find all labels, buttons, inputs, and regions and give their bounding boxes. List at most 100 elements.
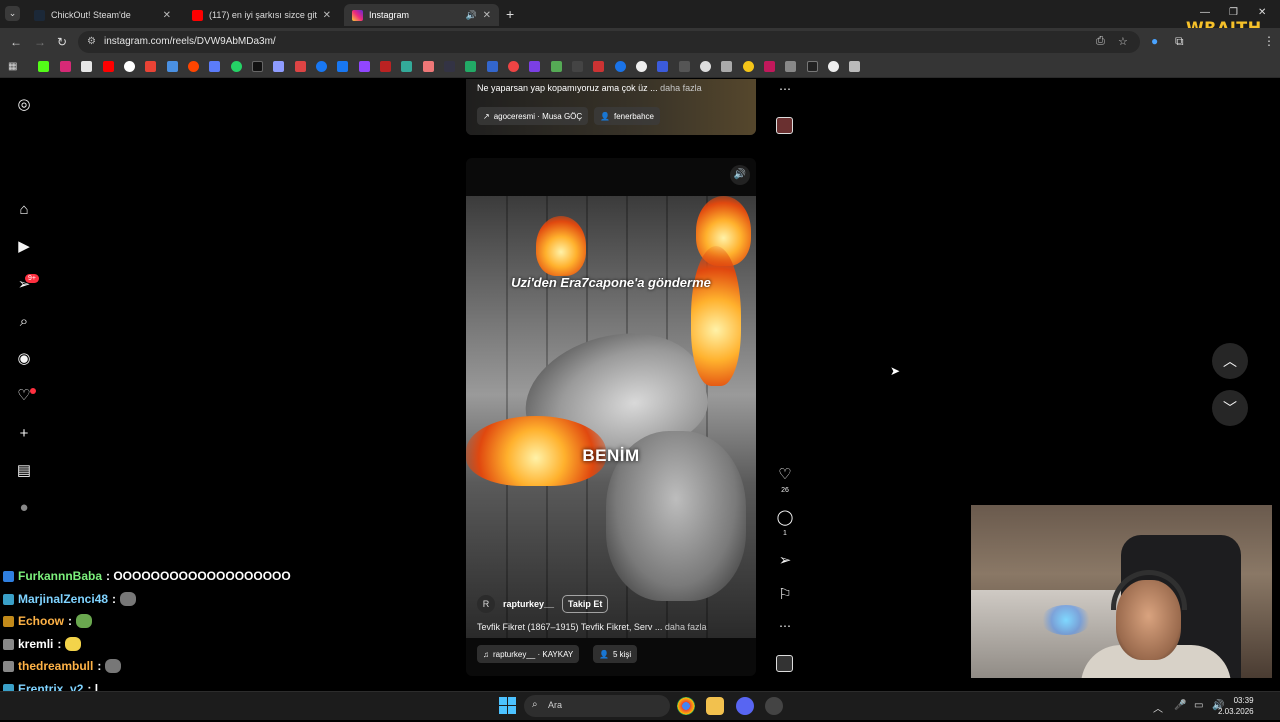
bookmark-icon[interactable]	[572, 61, 583, 72]
next-reel-button[interactable]: ﹀	[1212, 390, 1248, 426]
home-icon[interactable]: ⌂	[14, 200, 34, 220]
back-icon[interactable]: ←	[10, 35, 22, 49]
install-app-icon[interactable]: ⎙	[1096, 35, 1105, 48]
share-icon[interactable]: ➢	[774, 551, 796, 569]
previous-reel[interactable]: Ne yaparsan yap kopamıyoruz ama çok üz .…	[466, 79, 756, 135]
reels-icon[interactable]: ▶	[14, 237, 34, 257]
discord-icon[interactable]	[736, 697, 754, 715]
bookmark-icon[interactable]	[807, 61, 818, 72]
bookmark-facebook-icon[interactable]	[337, 61, 348, 72]
url-text[interactable]: instagram.com/reels/DVW9AbMDa3m/	[104, 36, 276, 47]
app-icon[interactable]	[765, 697, 783, 715]
bookmark-icon[interactable]	[828, 61, 839, 72]
bookmark-twitch-icon[interactable]	[359, 61, 370, 72]
tab-search-button[interactable]: ⌄	[5, 6, 20, 21]
display-icon[interactable]: ▭	[1194, 700, 1203, 711]
bookmark-whatsapp-icon[interactable]	[231, 61, 242, 72]
dashboard-icon[interactable]: ▤	[14, 461, 34, 481]
microphone-icon[interactable]: 🎤	[1174, 700, 1186, 711]
previous-reel-audio[interactable]: ↗ agoceresmi · Musa GÖÇ	[477, 107, 589, 125]
bookmark-icon[interactable]	[508, 61, 519, 72]
start-button[interactable]	[499, 697, 516, 714]
bookmark-icon[interactable]	[721, 61, 732, 72]
previous-reel-button[interactable]: ︿	[1212, 343, 1248, 379]
forward-icon[interactable]: →	[34, 35, 46, 49]
close-icon[interactable]: ✕	[483, 10, 491, 21]
current-reel[interactable]: Uzi'den Era7capone'a gönderme BENİM 🔊 R …	[466, 158, 756, 676]
author-avatar[interactable]: R	[477, 595, 495, 613]
reload-icon[interactable]: ↻	[57, 35, 67, 49]
tab-instagram[interactable]: Instagram 🔊 ✕	[344, 4, 499, 26]
bookmark-icon[interactable]	[167, 61, 178, 72]
tab-youtube[interactable]: (117) en iyi şarkısı sizce git mi ? ✕	[184, 4, 339, 26]
bookmark-star-icon[interactable]: ☆	[1118, 35, 1128, 48]
audio-thumbnail[interactable]	[776, 117, 793, 134]
close-icon[interactable]: ✕	[323, 10, 331, 21]
previous-reel-tag[interactable]: 👤 fenerbahce	[594, 107, 660, 125]
bookmark-kick-icon[interactable]	[38, 61, 49, 72]
bookmark-icon[interactable]	[380, 61, 391, 72]
bookmark-x-icon[interactable]	[81, 61, 92, 72]
extensions-puzzle-icon[interactable]: ⧉	[1175, 34, 1184, 49]
search-icon[interactable]: ⌕	[14, 312, 34, 332]
bookmark-icon[interactable]	[273, 61, 284, 72]
file-explorer-icon[interactable]	[706, 697, 724, 715]
bookmark-icon[interactable]	[295, 61, 306, 72]
close-icon[interactable]: ✕	[163, 10, 171, 21]
bookmark-icon[interactable]	[551, 61, 562, 72]
profile-avatar-icon[interactable]: ●	[14, 498, 34, 518]
taskbar-search[interactable]: ⌕ Ara	[524, 695, 670, 717]
bookmark-reddit-icon[interactable]	[188, 61, 199, 72]
chrome-icon[interactable]	[677, 697, 695, 715]
bookmark-icon[interactable]	[700, 61, 711, 72]
bookmark-icon[interactable]	[636, 61, 647, 72]
bookmark-icon[interactable]	[423, 61, 434, 72]
bookmark-icon[interactable]	[316, 61, 327, 72]
bookmark-icon[interactable]	[764, 61, 775, 72]
bookmark-icon[interactable]	[743, 61, 754, 72]
apps-grid-icon[interactable]: ▦	[8, 61, 19, 72]
bookmark-icon[interactable]	[401, 61, 412, 72]
tab-steam[interactable]: ChickOut! Steam'de ✕	[26, 4, 179, 26]
reel-audio[interactable]: ♫ rapturkey__ · KAYKAY	[477, 645, 580, 663]
more-link[interactable]: daha fazla	[665, 622, 707, 632]
author-username[interactable]: rapturkey__	[503, 599, 554, 609]
audio-thumbnail[interactable]	[776, 655, 793, 672]
bookmark-icon[interactable]	[444, 61, 455, 72]
bookmark-icon[interactable]	[593, 61, 604, 72]
like-heart-icon[interactable]: ♡	[774, 465, 796, 483]
bookmark-instagram-icon[interactable]	[60, 61, 71, 72]
bookmark-icon[interactable]	[465, 61, 476, 72]
reel-tagged-people[interactable]: 👤 5 kişi	[593, 645, 638, 663]
bookmark-icon[interactable]	[487, 61, 498, 72]
audio-playing-icon[interactable]: 🔊	[466, 10, 477, 21]
window-close-icon[interactable]: ✕	[1258, 7, 1266, 18]
volume-icon[interactable]: 🔊	[730, 165, 750, 185]
bookmark-icon[interactable]	[657, 61, 668, 72]
create-icon[interactable]: +	[14, 424, 34, 444]
address-bar[interactable]: ⚙ instagram.com/reels/DVW9AbMDa3m/ ⎙ ☆	[78, 31, 1140, 53]
maximize-icon[interactable]: ❐	[1229, 7, 1238, 18]
previous-reel-caption[interactable]: Ne yaparsan yap kopamıyoruz ama çok üz .…	[477, 83, 702, 93]
bookmark-icon[interactable]	[849, 61, 860, 72]
bookmark-gmail-icon[interactable]	[145, 61, 156, 72]
extension-icon[interactable]: ●	[1151, 34, 1158, 48]
bookmark-icon[interactable]	[615, 61, 626, 72]
bookmark-youtube-icon[interactable]	[103, 61, 114, 72]
menu-icon[interactable]: ⋮	[1263, 34, 1275, 48]
bookmark-icon[interactable]	[252, 61, 263, 72]
more-options-icon[interactable]: ⋯	[774, 82, 796, 96]
tray-chevron-icon[interactable]: ︿	[1153, 700, 1163, 715]
site-info-icon[interactable]: ⚙	[87, 36, 96, 47]
follow-button[interactable]: Takip Et	[562, 595, 609, 613]
bookmark-icon[interactable]	[209, 61, 220, 72]
reel-caption[interactable]: Tevfik Fikret (1867–1915) Tevfik Fikret,…	[477, 622, 706, 632]
explore-icon[interactable]: ◉	[14, 349, 34, 369]
new-tab-button[interactable]: +	[506, 6, 514, 22]
more-options-icon[interactable]: ⋯	[774, 619, 796, 633]
bookmark-icon[interactable]	[679, 61, 690, 72]
bookmark-icon[interactable]	[529, 61, 540, 72]
more-link[interactable]: daha fazla	[660, 83, 702, 93]
bookmark-google-icon[interactable]	[124, 61, 135, 72]
save-bookmark-icon[interactable]: ⚐	[774, 585, 796, 603]
